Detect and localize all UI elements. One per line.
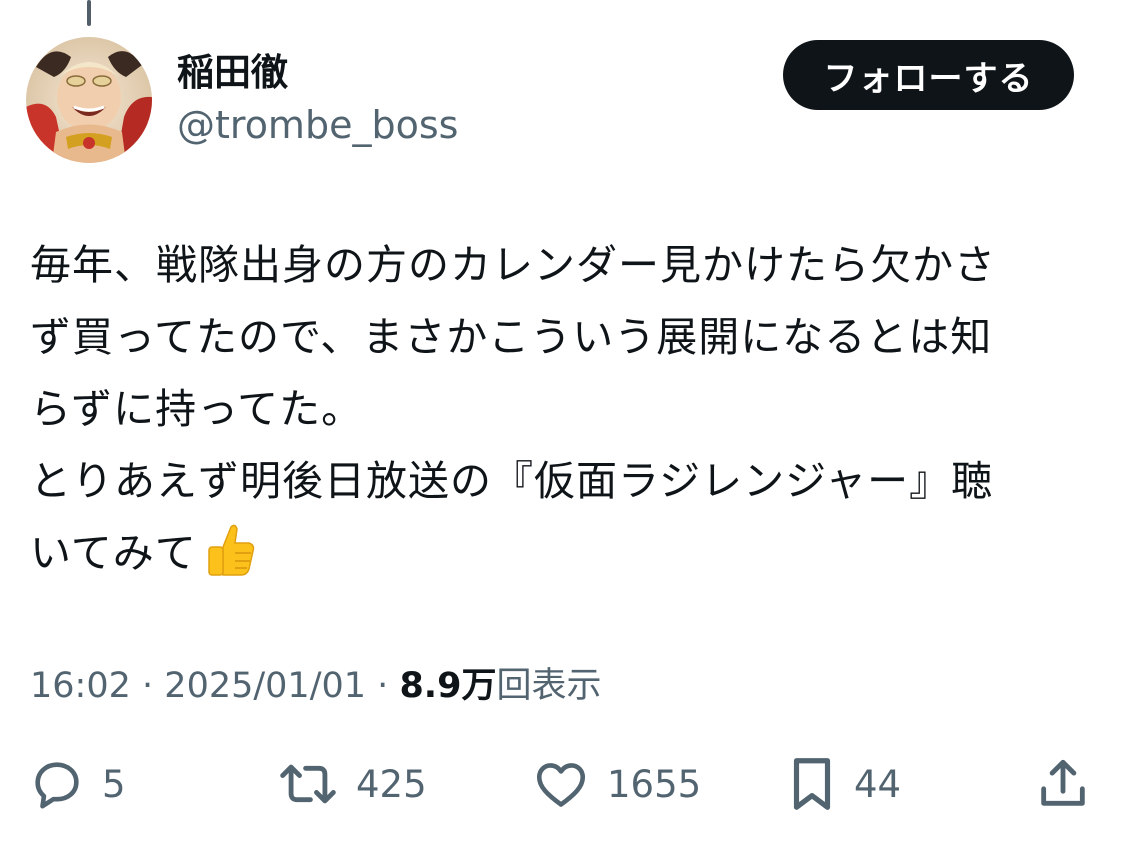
retweet-icon [276,755,340,813]
share-icon [1034,755,1092,813]
retweet-button[interactable]: 425 [276,754,427,814]
tweet-meta: 16:02 · 2025/01/01 · 8.9万回表示 [30,663,601,709]
like-count: 1655 [607,762,702,806]
meta-separator: · [377,666,389,706]
heart-icon [531,755,591,813]
tweet-text-line: らずに持ってた。 [30,385,364,433]
tweet-text-line: とりあえず明後日放送の『仮面ラジレンジャー』聴 [30,457,994,505]
tweet-date[interactable]: 2025/01/01 [164,666,366,706]
author-display-name[interactable]: 稲田徹 [177,48,288,98]
tweet-text-line-last: いてみて [30,517,1090,601]
tweet-text: 毎年、戦隊出身の方のカレンダー見かけたら欠かさ ず買ってたので、まさかこういう展… [30,229,1090,601]
share-button[interactable] [1034,754,1092,814]
like-button[interactable]: 1655 [531,754,701,814]
bookmark-icon [786,753,838,815]
meta-separator: · [142,666,154,706]
views-label: 回表示 [496,666,602,706]
tweet-text-line: ず買ってたので、まさかこういう展開になるとは知 [30,313,993,361]
follow-button[interactable]: フォローする [783,40,1074,110]
tweet-text-line: 毎年、戦隊出身の方のカレンダー見かけたら欠かさ [30,241,996,289]
thread-connector-line [87,0,91,26]
thumbs-up-icon [201,521,259,601]
tweet-time[interactable]: 16:02 [30,666,131,706]
bookmark-count: 44 [854,762,902,806]
retweet-count: 425 [356,762,427,806]
author-handle[interactable]: @trombe_boss [177,100,458,150]
reply-button[interactable]: 5 [28,754,126,814]
views-count: 8.9万 [399,666,497,706]
avatar[interactable] [26,37,152,163]
reply-count: 5 [102,762,126,806]
bookmark-button[interactable]: 44 [786,754,901,814]
tweet-text-line: いてみて [30,529,197,577]
reply-icon [28,755,86,813]
